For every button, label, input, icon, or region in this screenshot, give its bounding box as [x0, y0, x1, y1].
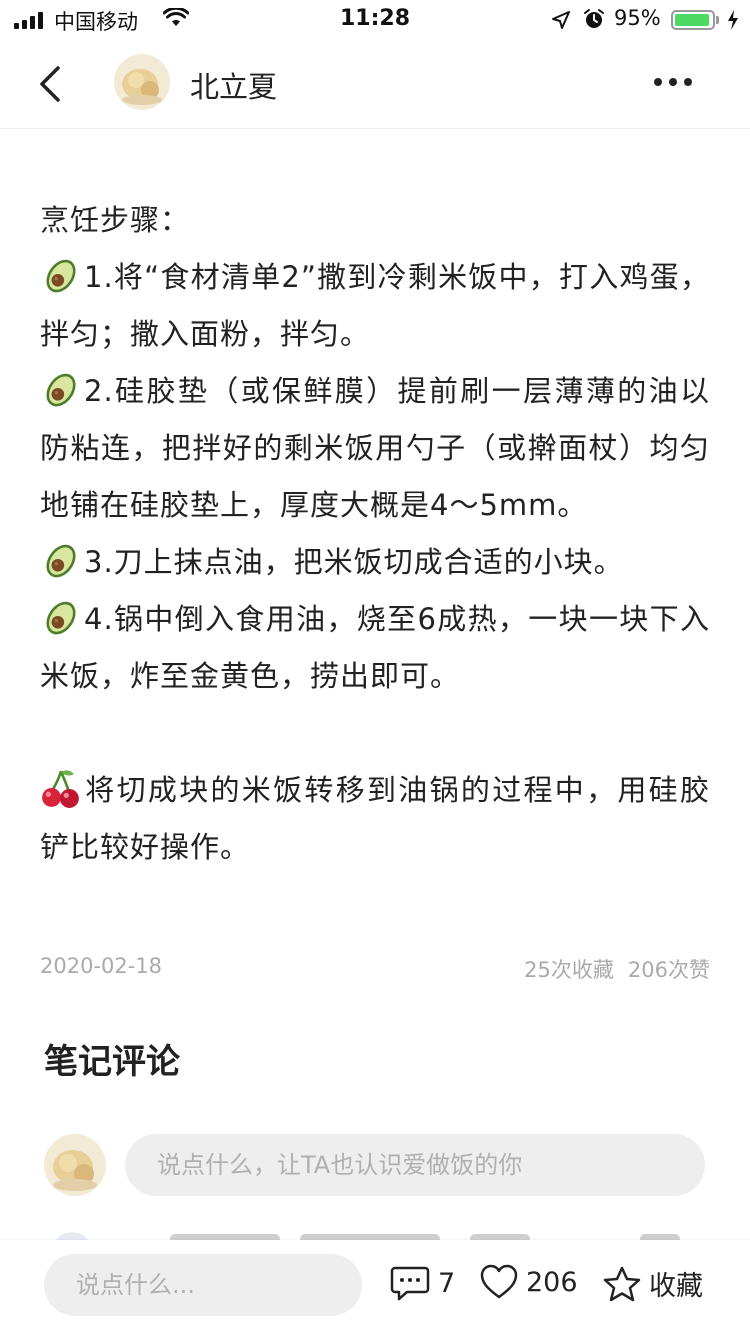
comment-button[interactable]: 7: [390, 1264, 455, 1302]
heart-icon: [480, 1264, 518, 1299]
step-text: 2.硅胶垫（或保鲜膜）提前刷一层薄薄的油以防粘连，把拌好的剩米饭用勺子（或擀面杖…: [40, 374, 710, 522]
recipe-content: 烹饪步骤： 1.将“食材清单2”撒到冷剩米饭中，打入鸡蛋，拌匀；撒入面粉，拌匀。…: [40, 192, 710, 876]
star-icon: [603, 1266, 641, 1301]
battery-tip: [716, 16, 719, 24]
bottom-comment-input[interactable]: 说点什么...: [44, 1254, 362, 1316]
avocado-icon: [46, 373, 76, 407]
location-arrow-icon: [552, 11, 570, 29]
step-paragraph: 3.刀上抹点油，把米饭切成合适的小块。: [40, 534, 710, 591]
alarm-clock-icon: [584, 9, 604, 28]
avocado-icon: [46, 544, 76, 578]
comment-input[interactable]: 说点什么，让TA也认识爱做饭的你: [125, 1134, 705, 1196]
tip-text: 将切成块的米饭转移到油锅的过程中，用硅胶铲比较好操作。: [40, 773, 710, 864]
navigation-bar: 北立夏: [0, 40, 750, 129]
author-avatar[interactable]: [114, 54, 170, 110]
like-count: 206: [526, 1266, 578, 1298]
bottom-action-bar: 说点什么... 7 206 收藏: [0, 1240, 750, 1334]
more-options-icon[interactable]: [654, 78, 692, 86]
note-meta: 2020-02-18 25次收藏 206次赞: [40, 954, 710, 984]
charging-bolt-icon: [728, 10, 738, 30]
step-paragraph: 1.将“食材清单2”撒到冷剩米饭中，打入鸡蛋，拌匀；撒入面粉，拌匀。: [40, 249, 710, 363]
current-user-avatar: [44, 1134, 106, 1196]
note-stats: 25次收藏 206次赞: [524, 954, 710, 984]
step-text: 1.将“食材清单2”撒到冷剩米饭中，打入鸡蛋，拌匀；撒入面粉，拌匀。: [40, 260, 710, 351]
battery-percent: 95%: [614, 6, 661, 30]
favorite-button[interactable]: 收藏: [603, 1264, 703, 1303]
comments-section-title: 笔记评论: [44, 1042, 180, 1082]
step-paragraph: 2.硅胶垫（或保鲜膜）提前刷一层薄薄的油以防粘连，把拌好的剩米饭用勺子（或擀面杖…: [40, 363, 710, 534]
publish-date: 2020-02-18: [40, 954, 163, 978]
step-paragraph: 4.锅中倒入食用油，烧至6成热，一块一块下入米饭，炸至金黄色，捞出即可。: [40, 591, 710, 705]
tip-paragraph: 将切成块的米饭转移到油锅的过程中，用硅胶铲比较好操作。: [40, 762, 710, 876]
steps-heading: 烹饪步骤：: [40, 203, 191, 237]
back-arrow-icon[interactable]: [36, 64, 64, 104]
step-text: 3.刀上抹点油，把米饭切成合适的小块。: [84, 545, 624, 579]
battery-icon: [671, 10, 715, 30]
favorite-label: 收藏: [649, 1271, 703, 1302]
step-text: 4.锅中倒入食用油，烧至6成热，一块一块下入米饭，炸至金黄色，捞出即可。: [40, 602, 710, 693]
author-name[interactable]: 北立夏: [190, 64, 277, 106]
steps-list: 1.将“食材清单2”撒到冷剩米饭中，打入鸡蛋，拌匀；撒入面粉，拌匀。 2.硅胶垫（…: [40, 249, 710, 705]
first-comment-partial: [40, 1226, 710, 1240]
favorites-count: 25次收藏: [524, 958, 614, 982]
like-button[interactable]: 206: [480, 1264, 578, 1300]
comment-bubble-icon: [390, 1266, 430, 1301]
likes-count: 206次赞: [627, 958, 710, 982]
avocado-icon: [46, 601, 76, 635]
status-bar: 中国移动 11:28 95%: [0, 0, 750, 40]
comment-count: 7: [438, 1267, 456, 1299]
avocado-icon: [46, 259, 76, 293]
cherries-icon: [42, 770, 79, 808]
